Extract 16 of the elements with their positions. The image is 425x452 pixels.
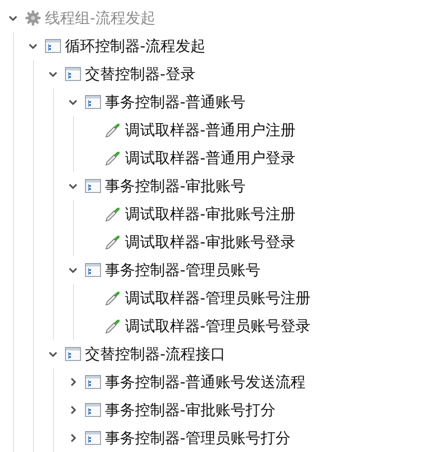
gear-icon	[25, 10, 41, 26]
window-icon	[85, 430, 101, 446]
window-icon	[85, 374, 101, 390]
dropper-icon	[105, 206, 121, 222]
dropper-icon	[105, 122, 121, 138]
window-icon	[85, 262, 101, 278]
dropper-icon	[105, 234, 121, 250]
dropper-icon	[105, 290, 121, 306]
window-icon	[65, 66, 81, 82]
window-icon	[45, 38, 61, 54]
window-icon	[85, 178, 101, 194]
dropper-icon	[105, 150, 121, 166]
window-icon	[85, 94, 101, 110]
window-icon	[85, 402, 101, 418]
window-icon	[65, 346, 81, 362]
dropper-icon	[105, 318, 121, 334]
